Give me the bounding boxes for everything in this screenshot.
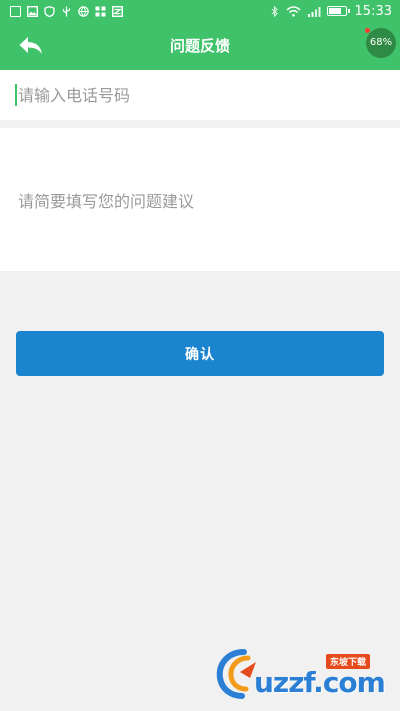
notification-icon — [10, 5, 21, 17]
grid-icon — [95, 6, 106, 16]
percent-badge[interactable]: 68% — [366, 28, 396, 58]
battery-icon — [326, 6, 350, 16]
text-caret — [15, 84, 17, 106]
mail-icon — [112, 5, 123, 17]
status-right-icons: 15:33 — [269, 4, 392, 19]
watermark-logo: 东坡下载 uzzf.com — [214, 648, 394, 700]
image-icon — [27, 5, 38, 17]
wifi-icon — [286, 5, 301, 17]
battery-fill — [328, 8, 342, 14]
phone-input[interactable] — [0, 70, 400, 120]
phone-field-row — [0, 70, 400, 120]
shield-icon — [44, 5, 55, 17]
usb-icon — [62, 6, 71, 16]
globe-icon — [78, 5, 89, 17]
bluetooth-icon — [271, 5, 278, 17]
watermark-text: uzzf.com — [254, 666, 386, 699]
feedback-box — [0, 128, 400, 271]
status-left-icons — [10, 5, 123, 17]
feedback-input[interactable] — [0, 128, 400, 271]
page-title: 问题反馈 — [169, 37, 230, 55]
clock: 15:33 — [354, 3, 392, 19]
status-bar: 15:33 — [0, 0, 400, 22]
app-bar: 问题反馈 68% — [0, 22, 400, 70]
confirm-button[interactable]: 确认 — [16, 331, 384, 376]
signal-icon — [307, 6, 321, 17]
